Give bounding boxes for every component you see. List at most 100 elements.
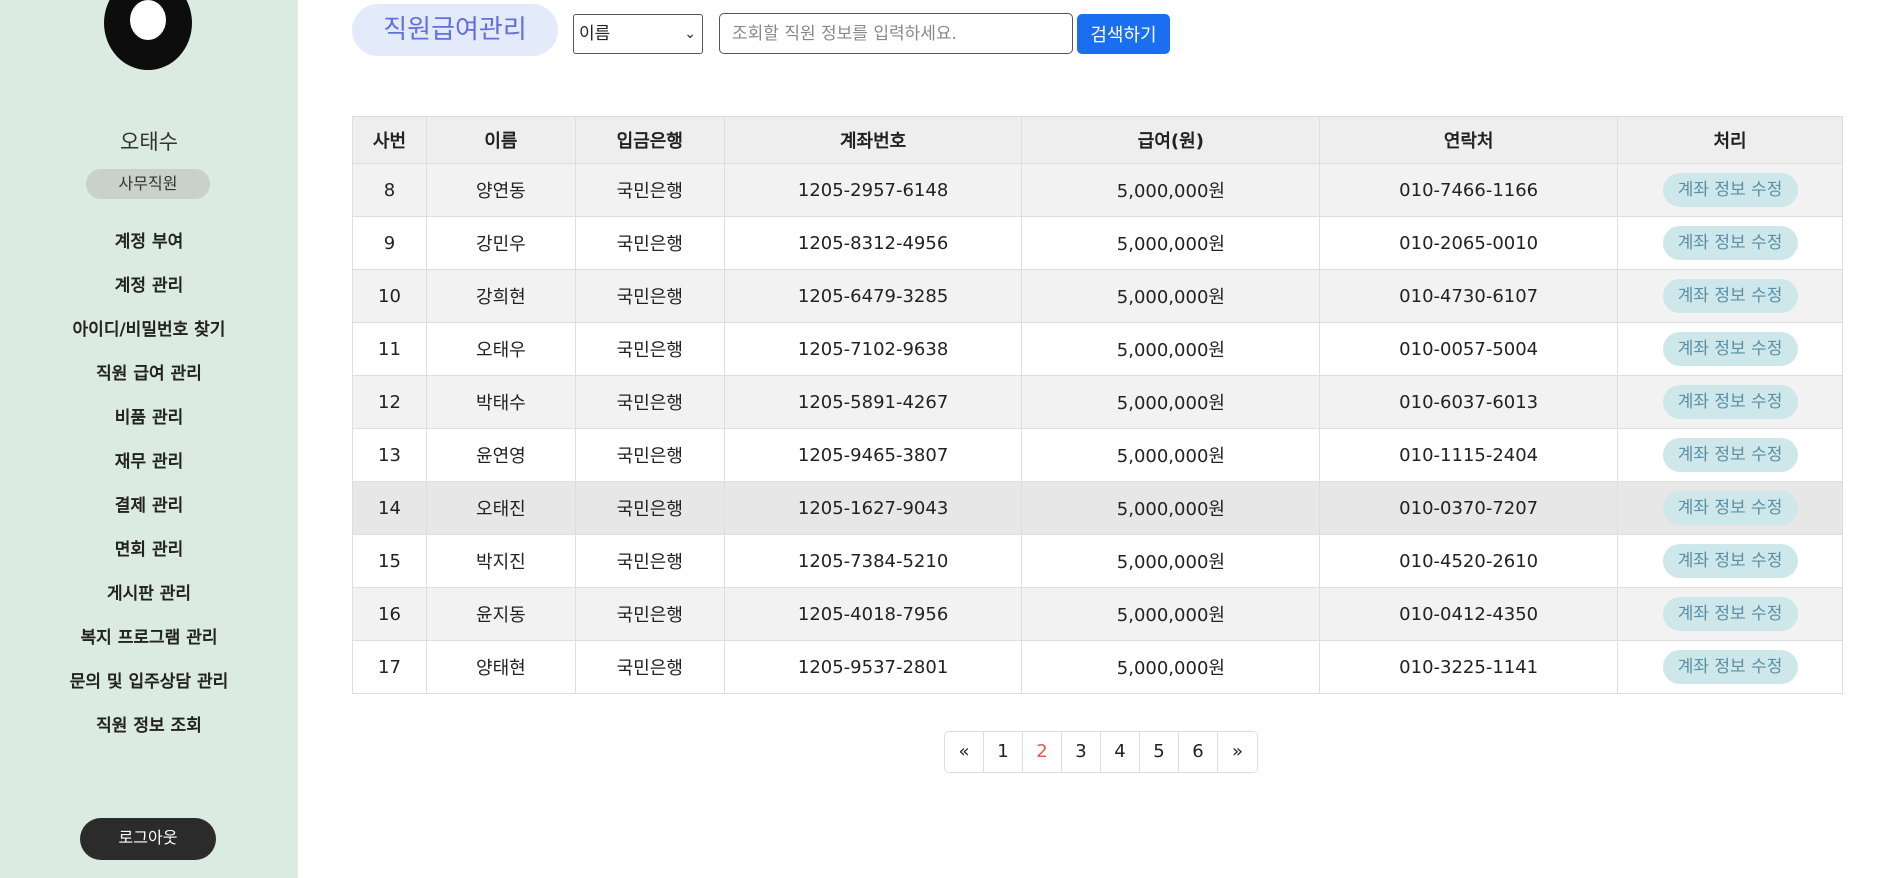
cell-id: 17 <box>352 640 427 694</box>
cell-phone: 010-1115-2404 <box>1319 428 1619 482</box>
sidebar-item-find-id-password[interactable]: 아이디/비밀번호 찾기 <box>0 316 298 360</box>
pagination-next[interactable]: » <box>1218 732 1257 772</box>
cell-salary: 5,000,000원 <box>1021 269 1321 323</box>
user-name: 오태수 <box>120 130 178 154</box>
edit-account-button[interactable]: 계좌 정보 수정 <box>1662 491 1798 525</box>
avatar-head-shape <box>130 0 166 40</box>
pagination: « 1 2 3 4 5 6 » <box>944 731 1258 773</box>
cell-salary: 5,000,000원 <box>1021 534 1321 588</box>
cell-action: 계좌 정보 수정 <box>1617 269 1843 323</box>
column-header-name: 이름 <box>425 116 576 164</box>
cell-bank: 국민은행 <box>574 322 725 376</box>
table-row: 9 강민우 국민은행 1205-8312-4956 5,000,000원 010… <box>352 216 1843 270</box>
sidebar-item-grant-account[interactable]: 계정 부여 <box>0 228 298 272</box>
cell-bank: 국민은행 <box>574 216 725 270</box>
sidebar-item-inquiry-consultation[interactable]: 문의 및 입주상담 관리 <box>0 668 298 712</box>
edit-account-button[interactable]: 계좌 정보 수정 <box>1662 173 1798 207</box>
table-row: 16 윤지동 국민은행 1205-4018-7956 5,000,000원 01… <box>352 587 1843 641</box>
cell-action: 계좌 정보 수정 <box>1617 587 1843 641</box>
sidebar-item-account-management[interactable]: 계정 관리 <box>0 272 298 316</box>
cell-account: 1205-9465-3807 <box>723 428 1023 482</box>
cell-bank: 국민은행 <box>574 640 725 694</box>
sidebar-nav: 계정 부여 계정 관리 아이디/비밀번호 찾기 직원 급여 관리 비품 관리 재… <box>0 228 298 756</box>
cell-phone: 010-6037-6013 <box>1319 375 1619 429</box>
column-header-bank: 입금은행 <box>574 116 725 164</box>
logout-button[interactable]: 로그아웃 <box>80 818 216 860</box>
cell-name: 박태수 <box>425 375 576 429</box>
cell-phone: 010-0412-4350 <box>1319 587 1619 641</box>
edit-account-button[interactable]: 계좌 정보 수정 <box>1662 279 1798 313</box>
pagination-page-3[interactable]: 3 <box>1062 732 1101 772</box>
pagination-prev[interactable]: « <box>945 732 984 772</box>
cell-account: 1205-8312-4956 <box>723 216 1023 270</box>
cell-bank: 국민은행 <box>574 163 725 217</box>
table-row: 10 강희현 국민은행 1205-6479-3285 5,000,000원 01… <box>352 269 1843 323</box>
page-title: 직원급여관리 <box>352 4 558 56</box>
sidebar-item-supplies-management[interactable]: 비품 관리 <box>0 404 298 448</box>
sidebar: 오태수 사무직원 계정 부여 계정 관리 아이디/비밀번호 찾기 직원 급여 관… <box>0 0 298 878</box>
sidebar-item-finance-management[interactable]: 재무 관리 <box>0 448 298 492</box>
cell-action: 계좌 정보 수정 <box>1617 428 1843 482</box>
cell-name: 윤연영 <box>425 428 576 482</box>
column-header-salary: 급여(원) <box>1021 116 1321 164</box>
cell-bank: 국민은행 <box>574 534 725 588</box>
search-input[interactable] <box>719 13 1073 54</box>
pagination-page-2[interactable]: 2 <box>1023 732 1062 772</box>
edit-account-button[interactable]: 계좌 정보 수정 <box>1662 438 1798 472</box>
cell-id: 14 <box>352 481 427 535</box>
cell-salary: 5,000,000원 <box>1021 322 1321 376</box>
cell-action: 계좌 정보 수정 <box>1617 375 1843 429</box>
column-header-phone: 연락처 <box>1319 116 1619 164</box>
cell-phone: 010-0057-5004 <box>1319 322 1619 376</box>
table-row: 12 박태수 국민은행 1205-5891-4267 5,000,000원 01… <box>352 375 1843 429</box>
cell-salary: 5,000,000원 <box>1021 428 1321 482</box>
cell-action: 계좌 정보 수정 <box>1617 481 1843 535</box>
edit-account-button[interactable]: 계좌 정보 수정 <box>1662 597 1798 631</box>
sidebar-item-board-management[interactable]: 게시판 관리 <box>0 580 298 624</box>
cell-bank: 국민은행 <box>574 269 725 323</box>
cell-action: 계좌 정보 수정 <box>1617 216 1843 270</box>
search-button[interactable]: 검색하기 <box>1077 14 1170 54</box>
cell-name: 오태진 <box>425 481 576 535</box>
pagination-page-6[interactable]: 6 <box>1179 732 1218 772</box>
sidebar-item-visit-management[interactable]: 면회 관리 <box>0 536 298 580</box>
sidebar-item-employee-info[interactable]: 직원 정보 조회 <box>0 712 298 756</box>
role-badge: 사무직원 <box>86 169 210 199</box>
salary-table: 사번 이름 입금은행 계좌번호 급여(원) 연락처 처리 8 양연동 국민은행 … <box>352 116 1843 694</box>
cell-name: 양연동 <box>425 163 576 217</box>
table-row: 13 윤연영 국민은행 1205-9465-3807 5,000,000원 01… <box>352 428 1843 482</box>
cell-name: 박지진 <box>425 534 576 588</box>
cell-id: 15 <box>352 534 427 588</box>
sidebar-item-payment-management[interactable]: 결제 관리 <box>0 492 298 536</box>
edit-account-button[interactable]: 계좌 정보 수정 <box>1662 544 1798 578</box>
pagination-page-1[interactable]: 1 <box>984 732 1023 772</box>
cell-id: 10 <box>352 269 427 323</box>
cell-salary: 5,000,000원 <box>1021 375 1321 429</box>
cell-bank: 국민은행 <box>574 428 725 482</box>
pagination-page-5[interactable]: 5 <box>1140 732 1179 772</box>
edit-account-button[interactable]: 계좌 정보 수정 <box>1662 226 1798 260</box>
cell-salary: 5,000,000원 <box>1021 587 1321 641</box>
pagination-page-4[interactable]: 4 <box>1101 732 1140 772</box>
cell-id: 12 <box>352 375 427 429</box>
cell-id: 16 <box>352 587 427 641</box>
edit-account-button[interactable]: 계좌 정보 수정 <box>1662 332 1798 366</box>
edit-account-button[interactable]: 계좌 정보 수정 <box>1662 385 1798 419</box>
cell-account: 1205-2957-6148 <box>723 163 1023 217</box>
sidebar-item-welfare-program[interactable]: 복지 프로그램 관리 <box>0 624 298 668</box>
cell-id: 8 <box>352 163 427 217</box>
search-field-select[interactable]: 이름 ⌄ <box>573 14 703 54</box>
edit-account-button[interactable]: 계좌 정보 수정 <box>1662 650 1798 684</box>
chevron-down-icon: ⌄ <box>684 26 696 42</box>
cell-account: 1205-9537-2801 <box>723 640 1023 694</box>
cell-id: 13 <box>352 428 427 482</box>
cell-bank: 국민은행 <box>574 375 725 429</box>
sidebar-item-salary-management[interactable]: 직원 급여 관리 <box>0 360 298 404</box>
cell-salary: 5,000,000원 <box>1021 216 1321 270</box>
cell-id: 11 <box>352 322 427 376</box>
cell-bank: 국민은행 <box>574 481 725 535</box>
avatar-body-shape <box>114 42 182 70</box>
cell-phone: 010-7466-1166 <box>1319 163 1619 217</box>
table-header-row: 사번 이름 입금은행 계좌번호 급여(원) 연락처 처리 <box>352 116 1843 164</box>
cell-phone: 010-4520-2610 <box>1319 534 1619 588</box>
